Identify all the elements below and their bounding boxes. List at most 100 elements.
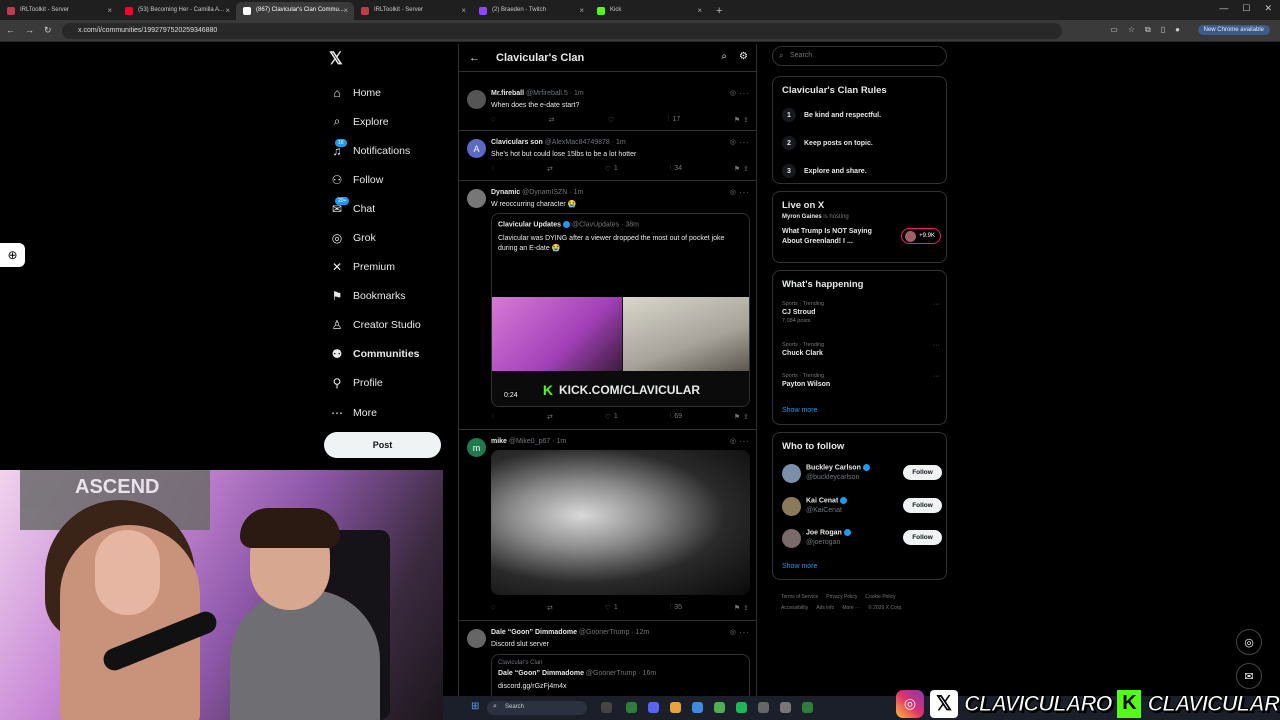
live-card[interactable]: Live on X Myron Gaines is hosting What T…: [772, 191, 947, 263]
suggestion-name[interactable]: Buckley Carlson: [806, 464, 870, 471]
extension-icon[interactable]: ⧉: [1145, 25, 1151, 35]
retweet-icon[interactable]: ⇄: [547, 165, 553, 173]
grok-icon[interactable]: ◎: [730, 628, 736, 636]
nav-item-premium[interactable]: ✕ Premium: [329, 253, 421, 282]
search-input[interactable]: ⌕ Search: [772, 46, 947, 66]
browser-tab[interactable]: (867) Clavicular's Clan Commu... ×: [236, 2, 354, 20]
browser-tab[interactable]: (2) Braeden - Twitch ×: [472, 2, 590, 20]
search-icon[interactable]: ⌕: [721, 51, 727, 62]
chrome-update-badge[interactable]: New Chrome available: [1197, 25, 1270, 35]
bookmark-icon[interactable]: ⚑: [734, 165, 740, 173]
avatar[interactable]: m: [467, 438, 486, 457]
author-name[interactable]: mike: [491, 438, 507, 445]
footer-link[interactable]: Privacy Policy: [826, 594, 857, 600]
reply-icon[interactable]: ◌: [491, 604, 495, 612]
file-explorer-icon[interactable]: [670, 702, 681, 713]
avatar[interactable]: [782, 529, 801, 548]
show-more-link[interactable]: Show more: [782, 563, 817, 570]
show-more-link[interactable]: Show more: [782, 407, 817, 414]
browser-tab[interactable]: IRLToolkit - Server ×: [354, 2, 472, 20]
share-icon[interactable]: ⇪: [743, 116, 749, 124]
suggestion-name[interactable]: Joe Rogan: [806, 529, 851, 536]
reply-icon[interactable]: ◌: [491, 165, 495, 173]
tweet[interactable]: m mike @Mike0_p67 · 1m ◎ ··· ◌ ⇄ ♡ 1 ⫶ 3…: [459, 430, 756, 621]
bookmark-icon[interactable]: ⚑: [734, 413, 740, 421]
nav-item-creator-studio[interactable]: ♙ Creator Studio: [329, 311, 421, 340]
retweet-icon[interactable]: ⇄: [549, 116, 555, 124]
avatar[interactable]: [782, 497, 801, 516]
author-name[interactable]: Dale “Goon” Dimmadome: [491, 629, 577, 636]
tab-close-icon[interactable]: ×: [343, 6, 348, 15]
views-icon[interactable]: ⫶ 35: [670, 604, 683, 612]
share-icon[interactable]: ⇪: [743, 604, 749, 612]
author-name[interactable]: Claviculars son: [491, 139, 543, 146]
browser-tab[interactable]: Kick ×: [590, 2, 708, 20]
like-icon[interactable]: ♡ 1: [605, 604, 618, 612]
grok-icon[interactable]: ◎: [730, 89, 736, 97]
avatar[interactable]: [467, 629, 486, 648]
close-window-icon[interactable]: ✕: [1264, 3, 1272, 14]
retweet-icon[interactable]: ⇄: [547, 413, 553, 421]
back-icon[interactable]: ←: [6, 25, 15, 36]
maximize-icon[interactable]: ☐: [1242, 3, 1250, 14]
nav-item-chat[interactable]: ✉ Chat 20+: [329, 194, 421, 223]
avatar[interactable]: [467, 189, 486, 208]
more-icon[interactable]: ···: [739, 437, 750, 446]
grok-icon[interactable]: ◎: [730, 437, 736, 445]
reply-icon[interactable]: ◌: [491, 413, 495, 421]
nav-item-home[interactable]: ⌂ Home: [329, 78, 421, 107]
more-icon[interactable]: ···: [933, 342, 940, 349]
magnifier-icon[interactable]: ⊕: [0, 243, 25, 267]
author-name[interactable]: Mr.fireball: [491, 90, 524, 97]
x-logo[interactable]: 𝕏: [329, 49, 343, 69]
nav-item-follow[interactable]: ⚇ Follow: [329, 165, 421, 194]
grok-icon[interactable]: ◎: [730, 188, 736, 196]
obs-icon[interactable]: [780, 702, 791, 713]
grok-icon[interactable]: ◎: [730, 138, 736, 146]
discord-icon[interactable]: [648, 702, 659, 713]
nav-item-bookmarks[interactable]: ⚑ Bookmarks: [329, 282, 421, 311]
browser-tab[interactable]: (53) Becoming Her - Camilla A... ×: [118, 2, 236, 20]
avatar[interactable]: A: [467, 139, 486, 158]
bookmark-icon[interactable]: ⚑: [734, 604, 740, 612]
sidebar-icon[interactable]: ▯: [1161, 25, 1165, 35]
like-icon[interactable]: ♡ 1: [605, 413, 618, 421]
nav-item-grok[interactable]: ◎ Grok: [329, 223, 421, 252]
post-button[interactable]: Post: [324, 432, 441, 458]
install-icon[interactable]: ▭: [1110, 25, 1118, 35]
footer-link[interactable]: More ···: [842, 605, 860, 611]
grok-fab-icon[interactable]: ◎: [1236, 629, 1262, 655]
messages-fab-icon[interactable]: ✉: [1236, 663, 1262, 689]
follow-button[interactable]: Follow: [903, 465, 942, 480]
tweet[interactable]: Dynamic @DynamISZN · 1m ◎ ··· W reoccurr…: [459, 181, 756, 430]
new-tab-icon[interactable]: +: [708, 5, 722, 20]
retweet-icon[interactable]: ⇄: [547, 604, 553, 612]
quote-author[interactable]: Clavicular Updates: [498, 221, 561, 228]
avatar[interactable]: [782, 464, 801, 483]
tab-close-icon[interactable]: ×: [225, 6, 230, 15]
video-player[interactable]: K KICK.COM/CLAVICULAR 0:24: [492, 297, 749, 406]
live-stream-title[interactable]: What Trump Is NOT Saying About Greenland…: [782, 227, 892, 247]
tweet[interactable]: A Claviculars son @AlexMac84749878 · 1m …: [459, 131, 756, 181]
nav-item-explore[interactable]: ⌕ Explore: [329, 107, 421, 136]
quote-author[interactable]: Dale “Goon” Dimmadome: [498, 670, 584, 677]
more-icon[interactable]: ···: [739, 89, 750, 98]
more-icon[interactable]: ···: [933, 301, 940, 308]
bookmark-icon[interactable]: ⚑: [734, 116, 740, 124]
suggestion-name[interactable]: Kai Cenat: [806, 497, 848, 504]
task-view-icon[interactable]: [601, 702, 612, 713]
views-icon[interactable]: ⫶ 69: [670, 413, 683, 421]
spotify-icon[interactable]: [736, 702, 747, 713]
windows-start-icon[interactable]: ⊞: [471, 701, 479, 712]
footer-link[interactable]: Terms of Service: [781, 594, 818, 600]
more-icon[interactable]: ···: [739, 138, 750, 147]
views-icon[interactable]: ⫶ 17: [668, 116, 681, 124]
tab-close-icon[interactable]: ×: [697, 6, 702, 15]
settings-icon[interactable]: ⚙: [739, 51, 748, 62]
host-name[interactable]: Myron Gaines: [782, 214, 822, 220]
author-name[interactable]: Dynamic: [491, 189, 520, 196]
browser-tab[interactable]: IRLToolkit - Server ×: [0, 2, 118, 20]
app-icon[interactable]: [692, 702, 703, 713]
profile-avatar[interactable]: ●: [1175, 25, 1180, 35]
tab-close-icon[interactable]: ×: [107, 6, 112, 15]
